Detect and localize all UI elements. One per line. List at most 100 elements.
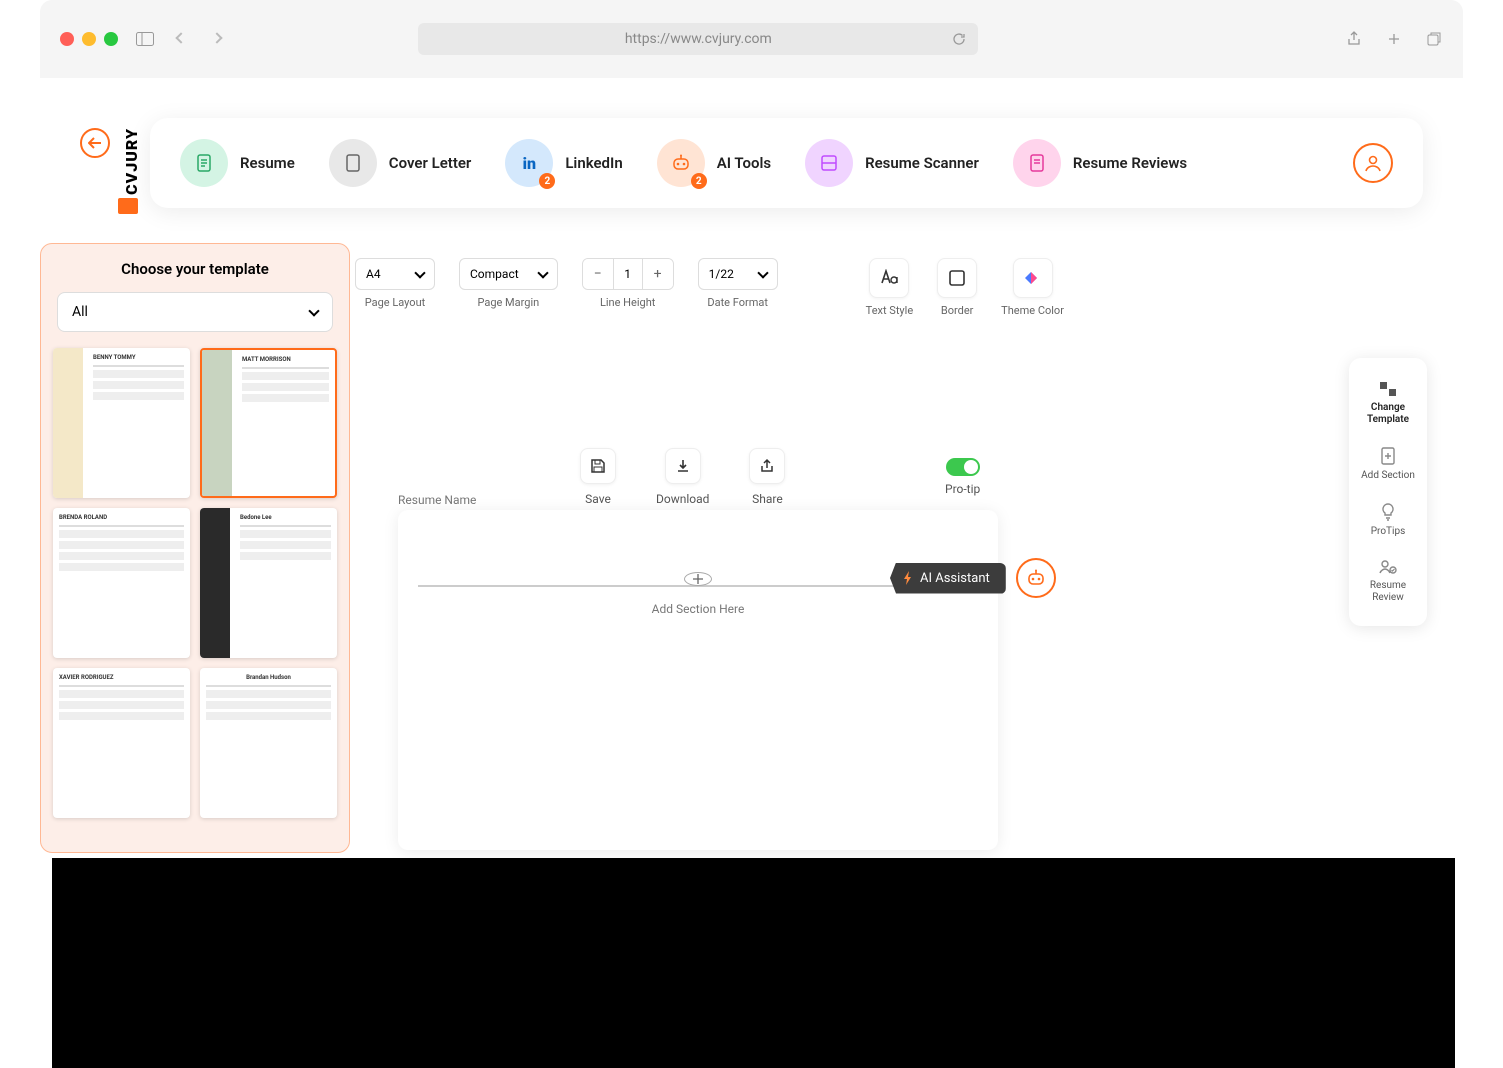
border-group: Border [937, 258, 977, 317]
border-button[interactable] [937, 258, 977, 298]
line-height-label: Line Height [600, 296, 655, 309]
top-navigation: Resume Cover Letter in 2 LinkedIn 2 AI T… [150, 118, 1423, 208]
format-toolbar: A4 Page Layout Compact Page Margin − 1 +… [355, 258, 1064, 317]
reviews-icon [1013, 139, 1061, 187]
nav-ai-tools[interactable]: 2 AI Tools [657, 139, 771, 187]
date-format-select[interactable]: 1/22 [698, 258, 778, 290]
share-action: Share [749, 448, 785, 506]
nav-linkedin-label: LinkedIn [565, 154, 622, 172]
page-icon [329, 139, 377, 187]
robot-icon: 2 [657, 139, 705, 187]
download-label: Download [656, 492, 709, 506]
url-text: https://www.cvjury.com [625, 31, 772, 47]
side-protips[interactable]: ProTips [1349, 492, 1427, 548]
share-button[interactable] [749, 448, 785, 484]
template-panel: Choose your template All BENNY TOMMY MAT… [40, 243, 350, 853]
ai-assistant-widget: AI Assistant [890, 558, 1056, 598]
text-style-group: Text Style [866, 258, 914, 317]
save-button[interactable] [580, 448, 616, 484]
review-icon [1378, 558, 1398, 576]
text-style-label: Text Style [866, 304, 914, 317]
chevron-down-icon [537, 267, 548, 278]
template-thumb[interactable]: Brandan Hudson [200, 668, 337, 818]
back-button[interactable] [80, 128, 110, 158]
download-button[interactable] [665, 448, 701, 484]
scanner-icon [805, 139, 853, 187]
footer-black-region [52, 858, 1455, 1068]
ai-assistant-button[interactable] [1016, 558, 1056, 598]
save-label: Save [585, 492, 611, 506]
template-thumb[interactable]: MATT MORRISON [200, 348, 337, 498]
template-thumb[interactable]: Bedone Lee [200, 508, 337, 658]
nav-resume[interactable]: Resume [180, 139, 295, 187]
nav-cover-label: Cover Letter [389, 154, 472, 172]
template-panel-title: Choose your template [51, 260, 339, 278]
page-layout-select[interactable]: A4 [355, 258, 435, 290]
page-layout-label: Page Layout [365, 296, 426, 309]
side-change-template[interactable]: Change Template [1349, 370, 1427, 436]
add-section-button[interactable] [684, 572, 712, 586]
template-filter-value: All [72, 304, 88, 320]
line-height-value: 1 [613, 259, 643, 289]
template-filter-dropdown[interactable]: All [57, 292, 333, 332]
refresh-icon[interactable] [950, 30, 968, 48]
chevron-down-icon [757, 267, 768, 278]
linkedin-icon: in 2 [505, 139, 553, 187]
template-thumb[interactable]: XAVIER RODRIGUEZ [53, 668, 190, 818]
text-style-button[interactable] [869, 258, 909, 298]
nav-cover-letter[interactable]: Cover Letter [329, 139, 472, 187]
share-icon[interactable] [1345, 30, 1363, 48]
back-nav-icon[interactable] [172, 30, 190, 48]
brand-mark [118, 198, 138, 214]
brand-logo: CVJURY [122, 128, 141, 195]
close-window-button[interactable] [60, 32, 74, 46]
template-thumb[interactable]: BRENDA ROLAND [53, 508, 190, 658]
user-avatar[interactable] [1353, 143, 1393, 183]
forward-nav-icon[interactable] [208, 30, 226, 48]
download-action: Download [656, 448, 709, 506]
new-tab-icon[interactable] [1385, 30, 1403, 48]
tabs-icon[interactable] [1425, 30, 1443, 48]
chevron-down-icon [308, 305, 319, 316]
swap-icon [1378, 380, 1398, 398]
share-label: Share [752, 492, 783, 506]
line-height-stepper: − 1 + [582, 258, 674, 290]
nav-ai-label: AI Tools [717, 154, 771, 172]
add-page-icon [1379, 446, 1397, 466]
nav-resume-scanner[interactable]: Resume Scanner [805, 139, 979, 187]
increment-button[interactable]: + [643, 259, 673, 289]
sidebar-toggle-icon[interactable] [136, 30, 154, 48]
protip-label: Pro-tip [945, 482, 980, 496]
page-layout-group: A4 Page Layout [355, 258, 435, 309]
side-resume-review[interactable]: Resume Review [1349, 548, 1427, 614]
page-margin-select[interactable]: Compact [459, 258, 558, 290]
document-actions: Save Download Share [580, 448, 785, 506]
browser-actions [1345, 30, 1443, 48]
border-label: Border [941, 304, 974, 317]
browser-chrome: https://www.cvjury.com [40, 0, 1463, 78]
date-format-group: 1/22 Date Format [698, 258, 778, 309]
protip-control: Pro-tip [945, 458, 980, 496]
theme-color-button[interactable] [1013, 258, 1053, 298]
minimize-window-button[interactable] [82, 32, 96, 46]
nav-linkedin[interactable]: in 2 LinkedIn [505, 139, 622, 187]
page-margin-group: Compact Page Margin [459, 258, 558, 309]
protip-toggle[interactable] [946, 458, 980, 476]
decrement-button[interactable]: − [583, 259, 613, 289]
nav-reviews-label: Resume Reviews [1073, 154, 1187, 172]
date-format-label: Date Format [707, 296, 768, 309]
ai-badge: 2 [691, 173, 707, 189]
line-height-group: − 1 + Line Height [582, 258, 674, 309]
right-side-panel: Change Template Add Section ProTips Resu… [1349, 358, 1427, 626]
add-section-label: Add Section Here [652, 602, 745, 616]
linkedin-badge: 2 [539, 173, 555, 189]
theme-color-group: Theme Color [1001, 258, 1064, 317]
bolt-icon [902, 571, 914, 585]
maximize-window-button[interactable] [104, 32, 118, 46]
template-thumb[interactable]: BENNY TOMMY [53, 348, 190, 498]
document-icon [180, 139, 228, 187]
side-add-section[interactable]: Add Section [1349, 436, 1427, 492]
chevron-down-icon [414, 267, 425, 278]
address-bar[interactable]: https://www.cvjury.com [418, 23, 978, 55]
nav-resume-reviews[interactable]: Resume Reviews [1013, 139, 1187, 187]
